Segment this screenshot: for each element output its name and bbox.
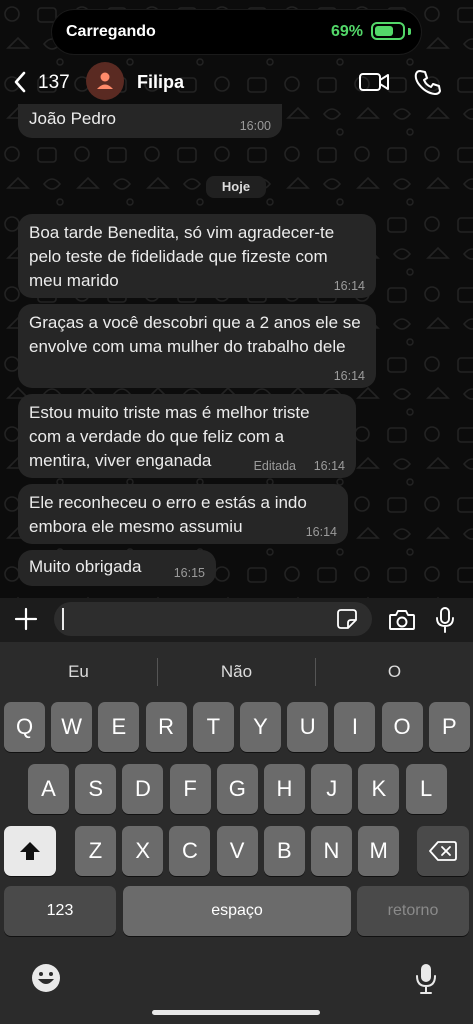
shift-icon [20,842,40,860]
key-c[interactable]: C [169,826,211,876]
key-a[interactable]: A [28,764,69,814]
message-bubble[interactable]: Estou muito triste mas é melhor triste c… [18,394,356,478]
message-text: João Pedro [29,109,116,128]
message-bubble[interactable]: Muito obrigada 16:15 [18,550,216,586]
suggestion-2[interactable]: Não [158,642,315,700]
key-w[interactable]: W [51,702,93,752]
return-key[interactable]: retorno [357,886,469,936]
message-time: 16:15 [173,566,205,580]
battery-fill [375,26,393,36]
message-time: 16:14 [305,525,337,539]
message-text: Estou muito triste mas é melhor triste c… [29,403,310,470]
key-l[interactable]: L [405,764,447,814]
key-t[interactable]: T [192,702,234,752]
key-j[interactable]: J [311,764,353,814]
emoji-icon[interactable] [30,962,62,994]
key-h[interactable]: H [264,764,305,814]
key-z[interactable]: Z [75,826,116,876]
mic-icon[interactable] [434,606,456,634]
chat-header: 137 Filipa [0,56,473,108]
key-m[interactable]: M [358,826,400,876]
key-n[interactable]: N [311,826,352,876]
avatar[interactable] [86,62,124,100]
message-input[interactable] [54,602,372,636]
key-g[interactable]: G [216,764,258,814]
message-bubble[interactable]: Ele reconheceu o erro e estás a indo emb… [18,484,348,544]
key-s[interactable]: S [75,764,117,814]
key-o[interactable]: O [381,702,423,752]
text-caret [62,608,64,630]
key-k[interactable]: K [358,764,400,814]
message-bubble[interactable]: João Pedro 16:00 [18,104,282,138]
home-indicator [152,1010,320,1015]
video-icon[interactable] [358,70,390,94]
message-bubble[interactable]: Graças a você descobri que a 2 anos ele … [18,304,376,388]
key-e[interactable]: E [98,702,140,752]
message-text: Ele reconheceu o erro e estás a indo emb… [29,493,307,536]
numbers-key[interactable]: 123 [4,886,116,936]
status-pill: Carregando 69% [52,10,421,54]
chevron-left-icon[interactable] [12,70,28,94]
contact-name[interactable]: Filipa [137,72,184,93]
backspace-icon [429,841,457,861]
message-text: Graças a você descobri que a 2 anos ele … [29,313,361,356]
message-text: Boa tarde Benedita, só vim agradecer-te … [29,223,335,290]
plus-icon[interactable] [14,607,38,631]
back-unread-count[interactable]: 137 [38,72,70,94]
suggestion-1[interactable]: Eu [0,642,157,700]
camera-icon[interactable] [388,608,416,632]
key-v[interactable]: V [216,826,258,876]
key-f[interactable]: F [169,764,211,814]
space-key[interactable]: espaço [123,886,351,936]
battery-icon [371,22,405,40]
key-q[interactable]: Q [4,702,45,752]
date-chip: Hoje [206,176,266,198]
message-time: 16:14 [333,369,365,383]
key-r[interactable]: R [145,702,187,752]
keyboard: Eu Não O QWERTYUIOP ASDFGHJKL ZXCVBNM 12… [0,642,473,1024]
key-y[interactable]: Y [240,702,281,752]
edited-label: Editada [253,459,296,473]
key-d[interactable]: D [122,764,164,814]
message-input-bar [0,598,473,642]
person-icon [97,72,113,89]
backspace-key[interactable] [417,826,469,876]
key-x[interactable]: X [122,826,164,876]
message-time: 16:14 [313,459,345,473]
sticker-icon[interactable] [336,608,358,630]
keyboard-mic-icon[interactable] [414,962,438,996]
key-p[interactable]: P [428,702,470,752]
key-i[interactable]: I [334,702,376,752]
phone-icon[interactable] [413,68,441,96]
message-bubble[interactable]: Boa tarde Benedita, só vim agradecer-te … [18,214,376,298]
battery-percent: 69% [330,23,363,40]
key-u[interactable]: U [287,702,329,752]
status-label: Carregando [66,23,156,40]
battery-cap [408,28,411,35]
message-time: 16:14 [333,279,365,293]
message-time: 16:00 [239,119,271,133]
suggestion-3[interactable]: O [316,642,473,700]
key-b[interactable]: B [263,826,305,876]
shift-key[interactable] [4,826,56,876]
